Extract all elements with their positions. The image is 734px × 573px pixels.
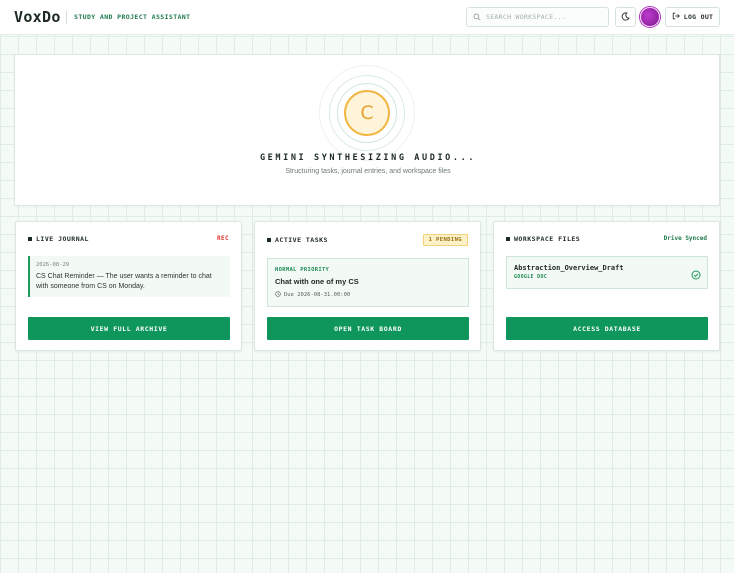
drive-sync-status: Drive Synced [663,235,707,242]
synthesis-panel: C GEMINI SYNTHESIZING AUDIO... Structuri… [14,54,720,206]
open-task-board-button[interactable]: OPEN TASK BOARD [267,317,469,340]
pending-count-badge: 1 PENDING [422,234,468,246]
task-name: Chat with one of my CS [275,277,359,286]
files-title: WORKSPACE FILES [506,235,580,243]
app-tagline: STUDY AND PROJECT ASSISTANT [74,13,191,21]
journal-title-label: LIVE JOURNAL [36,235,89,243]
search-icon [473,8,481,26]
clock-icon [275,291,281,299]
live-journal-card: LIVE JOURNAL REC 2026-08-29 CS Chat Remi… [15,221,242,351]
journal-title: LIVE JOURNAL [28,235,89,243]
file-name: Abstraction_Overview_Draft [514,264,624,272]
task-due-text: Due 2026-08-31.00:00 [284,292,351,298]
tasks-title-label: ACTIVE TASKS [275,236,328,244]
journal-entry-date: 2026-08-29 [36,262,70,268]
app-logo[interactable]: VoxDo [14,8,61,26]
journal-entry[interactable]: 2026-08-29 CS Chat Reminder — The user w… [28,256,230,297]
tasks-title: ACTIVE TASKS [267,236,328,244]
bullet-square-icon [28,237,32,241]
task-priority: NORMAL PRIORITY [275,267,330,273]
synthesis-title: GEMINI SYNTHESIZING AUDIO... [259,153,477,163]
task-item[interactable]: NORMAL PRIORITY Chat with one of my CS D… [267,258,469,307]
rec-indicator: REC [216,235,229,242]
file-item[interactable]: Abstraction_Overview_Draft GOOGLE DOC [506,256,708,289]
logo-divider [66,11,67,24]
files-title-label: WORKSPACE FILES [514,235,581,243]
search-box[interactable] [466,7,609,27]
file-type: GOOGLE DOC [514,274,548,280]
theme-toggle-button[interactable] [615,7,636,27]
user-avatar[interactable] [640,7,660,27]
workspace-files-card: WORKSPACE FILES Drive Synced Abstraction… [493,221,720,351]
moon-icon [621,8,630,26]
check-circle-icon [691,267,701,285]
logout-label: LOG OUT [683,13,714,21]
bullet-square-icon [267,238,271,242]
processing-orb: C [344,90,390,136]
orb-letter: C [360,102,374,124]
journal-entry-text: CS Chat Reminder — The user wants a remi… [36,273,212,290]
active-tasks-card: ACTIVE TASKS 1 PENDING NORMAL PRIORITY C… [254,221,481,351]
bullet-square-icon [506,237,510,241]
search-input[interactable] [486,13,604,21]
top-header: VoxDo STUDY AND PROJECT ASSISTANT LOG OU… [0,0,734,35]
view-archive-button[interactable]: VIEW FULL ARCHIVE [28,317,230,340]
task-due: Due 2026-08-31.00:00 [275,291,461,299]
synthesis-subtitle: Structuring tasks, journal entries, and … [285,168,451,175]
logout-icon [672,12,680,22]
access-database-button[interactable]: ACCESS DATABASE [506,317,708,340]
logout-button[interactable]: LOG OUT [665,7,720,27]
